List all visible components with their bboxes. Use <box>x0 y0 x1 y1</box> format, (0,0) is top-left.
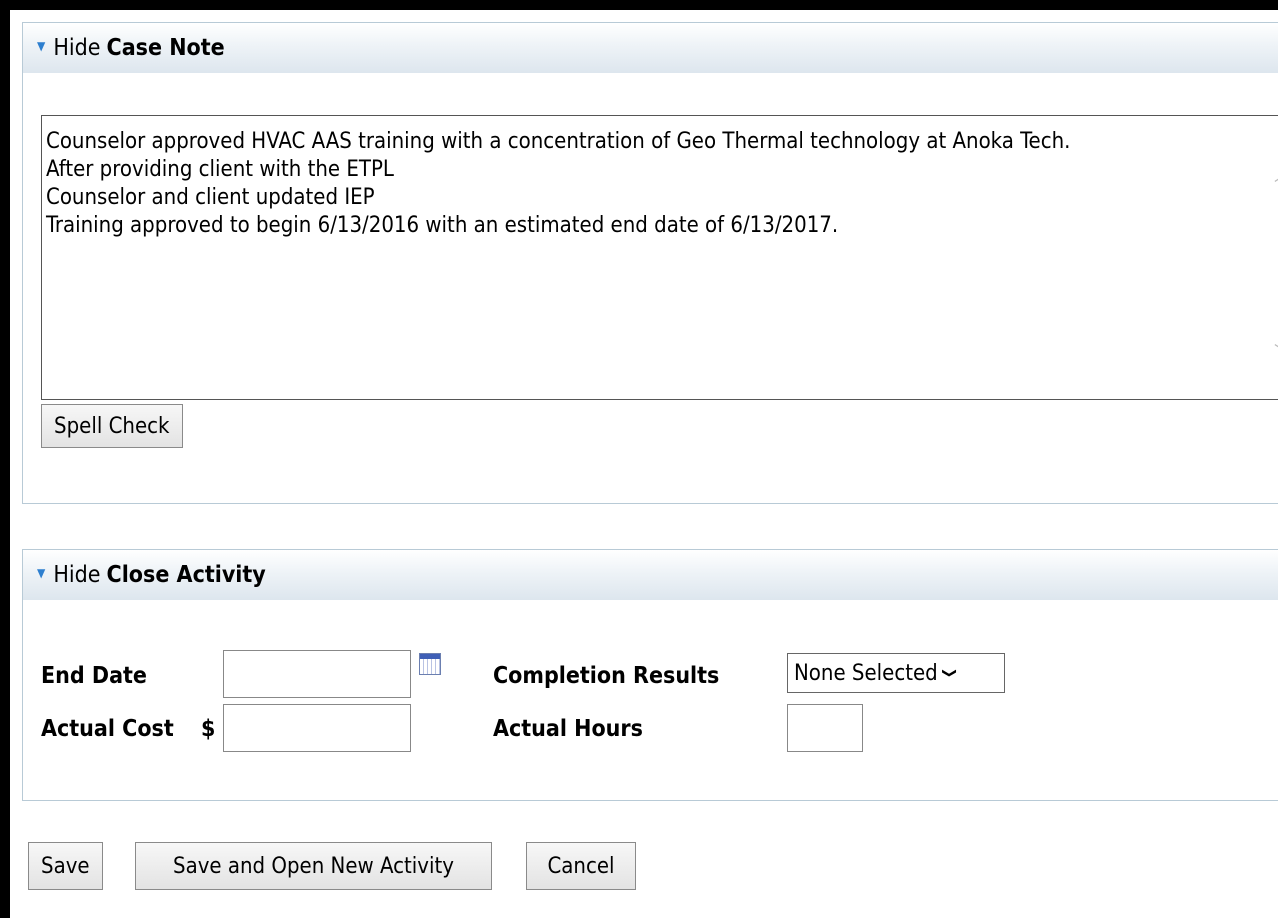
case-note-text: Counselor approved HVAC AAS training wit… <box>46 129 1071 238</box>
spell-check-button[interactable]: Spell Check <box>41 404 183 448</box>
collapse-triangle-icon: ▼ <box>37 39 46 53</box>
toggle-label: Hide <box>53 35 101 61</box>
selected-value: None Selected <box>794 660 938 686</box>
actual-hours-label: Actual Hours <box>493 716 643 742</box>
actual-cost-label: Actual Cost <box>41 716 174 742</box>
close-activity-toggle[interactable]: ▼ Hide Close Activity <box>23 550 1278 600</box>
actual-cost-field[interactable] <box>223 704 411 752</box>
completion-results-label: Completion Results <box>493 663 720 689</box>
completion-results-select[interactable]: None Selected ❯ <box>787 653 1005 693</box>
collapse-triangle-icon: ▼ <box>37 566 46 580</box>
save-and-open-new-activity-button[interactable]: Save and Open New Activity <box>135 842 492 890</box>
scroll-down-icon[interactable]: ﹀ <box>1274 345 1278 363</box>
save-button[interactable]: Save <box>28 842 103 890</box>
case-note-toggle[interactable]: ▼ Hide Case Note <box>23 23 1278 73</box>
panel-title: Close Activity <box>106 562 266 588</box>
end-date-label: End Date <box>41 663 147 689</box>
page: ▼ Hide Case Note Counselor approved HVAC… <box>10 10 1278 918</box>
chevron-down-icon: ❯ <box>941 667 958 679</box>
currency-symbol: $ <box>201 716 216 742</box>
scroll-up-icon[interactable]: ︿ <box>1274 167 1278 185</box>
close-activity-panel: ▼ Hide Close Activity End Date Completio… <box>22 549 1278 801</box>
calendar-icon[interactable] <box>419 653 441 675</box>
cancel-button[interactable]: Cancel <box>526 842 636 890</box>
panel-title: Case Note <box>106 35 225 61</box>
case-note-panel: ▼ Hide Case Note Counselor approved HVAC… <box>22 22 1278 504</box>
case-note-textarea[interactable]: Counselor approved HVAC AAS training wit… <box>41 115 1278 400</box>
toggle-label: Hide <box>53 562 101 588</box>
end-date-field[interactable] <box>223 650 411 698</box>
actual-hours-field[interactable] <box>787 704 863 752</box>
